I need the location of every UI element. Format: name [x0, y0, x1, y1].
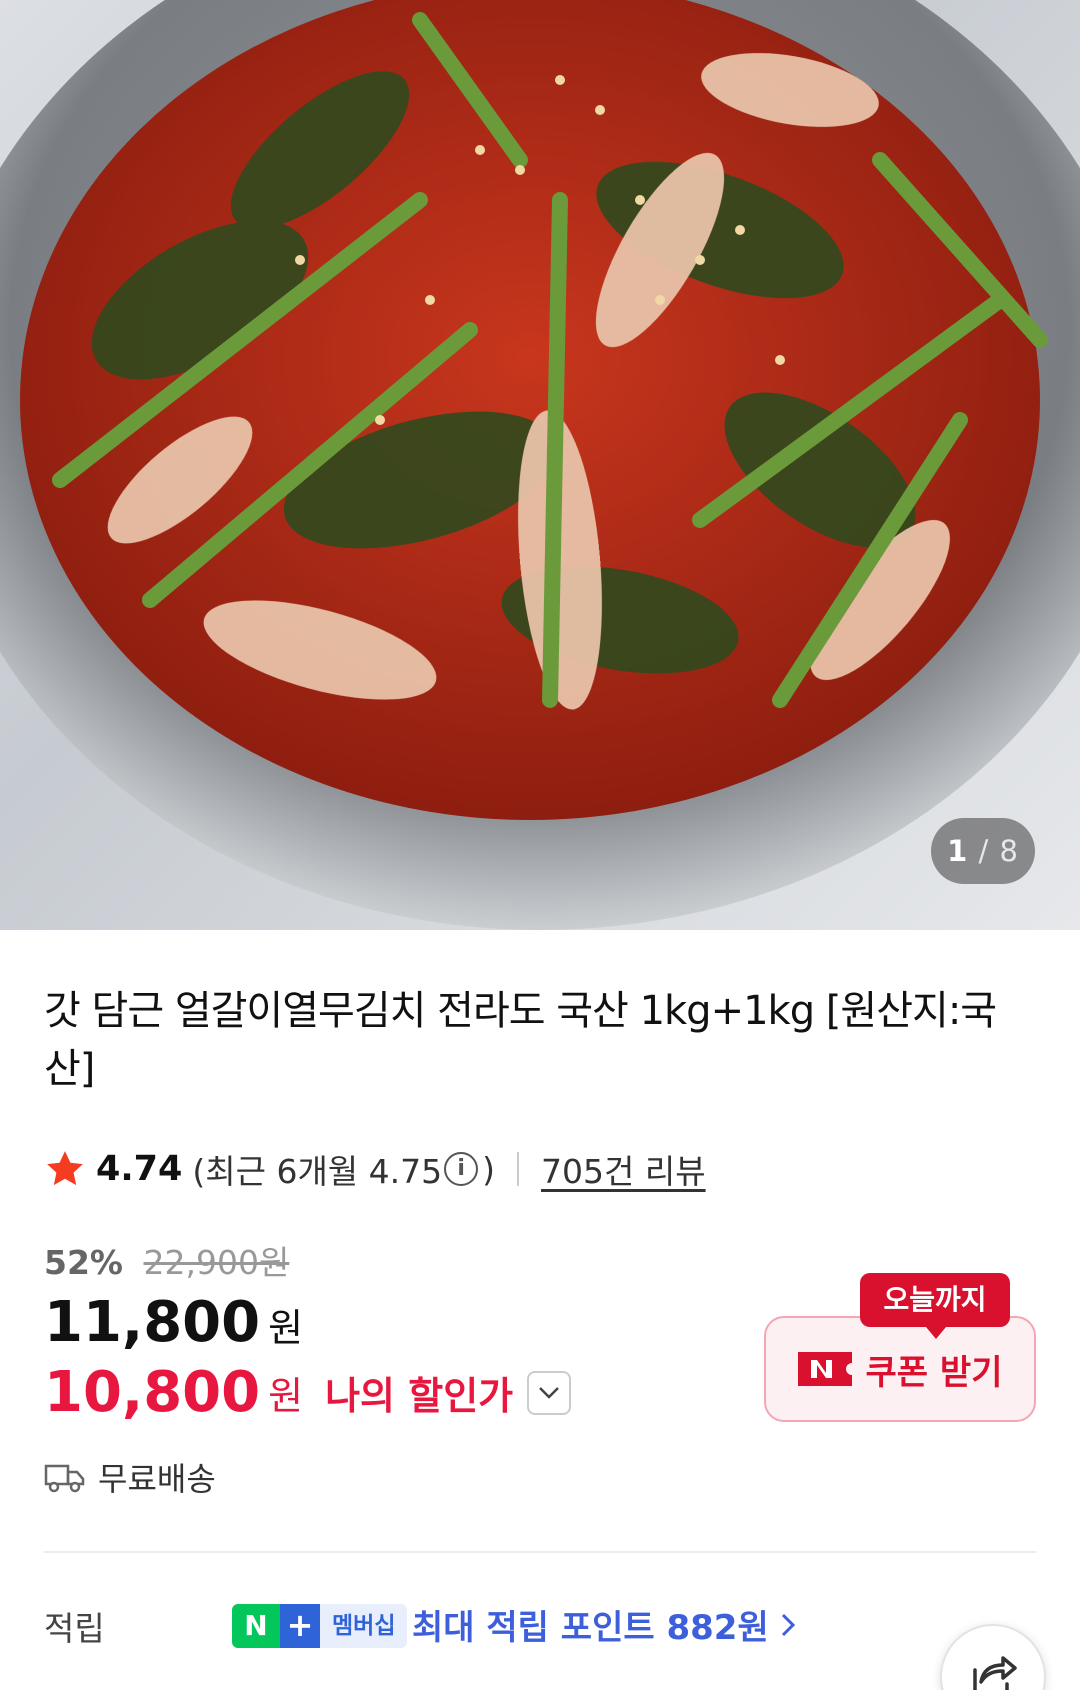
shipping-info: 무료배송 [44, 1454, 216, 1500]
recent-rating: (최근 6개월 4.75 [192, 1152, 443, 1191]
info-icon[interactable]: i [444, 1152, 479, 1186]
today-only-badge: 오늘까지 [860, 1273, 1010, 1339]
coupon-label: 쿠폰 받기 [865, 1352, 1003, 1393]
chevron-down-icon [539, 1386, 559, 1399]
share-icon [973, 1656, 1017, 1690]
review-count-link[interactable]: 705건 리뷰 [541, 1145, 706, 1193]
my-discount-label: 나의 할인가 [325, 1374, 514, 1418]
membership-plus: + [280, 1604, 320, 1648]
shipping-label: 무료배송 [98, 1460, 216, 1498]
image-counter: 1 / 8 [931, 818, 1035, 884]
section-divider [44, 1551, 1036, 1553]
my-discount-price: 10,800 [44, 1360, 261, 1425]
sale-price: 11,800 [44, 1290, 261, 1355]
rating-score: 4.74 [96, 1149, 183, 1189]
discount-detail-toggle[interactable] [527, 1370, 572, 1415]
original-price-row: 52% 22,900원 [44, 1236, 289, 1284]
max-points-link[interactable]: 최대 적립 포인트 882원 [412, 1600, 797, 1649]
membership-text: 멤버십 [320, 1604, 408, 1648]
membership-n: N [232, 1604, 280, 1648]
chevron-right-icon [781, 1613, 795, 1636]
rating-divider [517, 1152, 520, 1186]
image-counter-current: 1 [947, 834, 969, 868]
share-button[interactable] [940, 1624, 1046, 1690]
rating-row: 4.74 (최근 6개월 4.75 i ) 705건 리뷰 [44, 1144, 706, 1194]
coupon-download-button[interactable]: 쿠폰 받기 [764, 1316, 1036, 1422]
max-points-text: 최대 적립 포인트 882원 [412, 1608, 769, 1648]
sale-price-row: 11,800 원 [44, 1290, 303, 1355]
image-counter-separator: / [978, 834, 990, 868]
truck-icon [44, 1464, 85, 1493]
naver-plus-membership-badge: N + 멤버십 [232, 1604, 408, 1648]
star-icon [47, 1151, 83, 1186]
my-discount-row: 10,800 원 나의 할인가 [44, 1360, 572, 1425]
sale-price-unit: 원 [268, 1306, 304, 1350]
image-counter-total: 8 [999, 834, 1019, 868]
my-discount-unit: 원 [268, 1374, 304, 1418]
recent-rating-close: ) [482, 1149, 496, 1189]
original-price: 22,900원 [143, 1243, 290, 1282]
product-title: 갓 담근 얼갈이열무김치 전라도 국산 1kg+1kg [원산지:국산] [44, 988, 997, 1092]
discount-rate: 52% [44, 1243, 123, 1282]
naver-n-icon [797, 1352, 852, 1386]
product-image[interactable]: 1 / 8 [0, 0, 1080, 930]
points-label: 적립 [44, 1609, 105, 1648]
